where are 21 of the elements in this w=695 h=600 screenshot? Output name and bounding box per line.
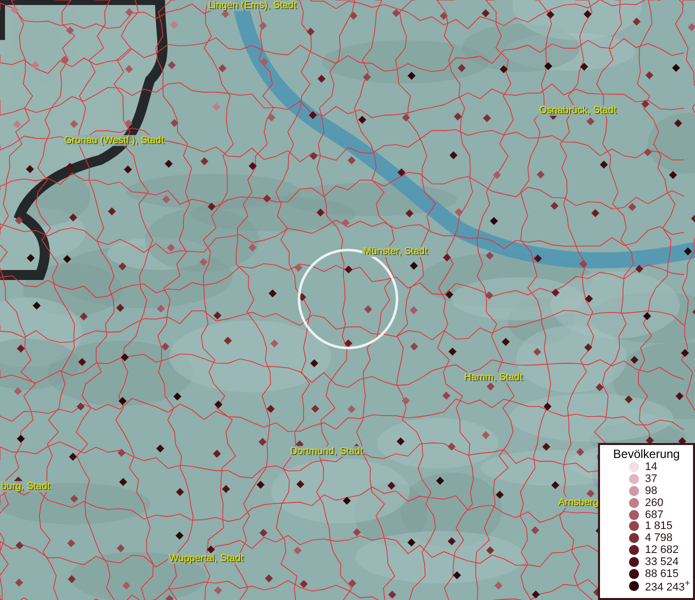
legend-value: 33 524	[645, 556, 679, 568]
legend-value: 37	[645, 472, 658, 485]
legend-value: 687	[645, 508, 664, 521]
legend-value: 1 815	[645, 520, 673, 532]
legend-value: 14	[645, 460, 658, 473]
place-label: Lingen (Ems), Stadt	[207, 0, 298, 11]
legend-title: Bevölkerung	[612, 447, 681, 461]
legend-value: 234 243$^{+}$	[645, 578, 690, 594]
place-label: Dortmund, Stadt	[289, 446, 364, 457]
place-label: Osnabrück, Stadt	[538, 105, 618, 116]
legend-value: 98	[645, 484, 658, 497]
place-label: Gronau (Westf.), Stadt	[63, 135, 165, 146]
legend-value: 88 615	[645, 568, 679, 580]
place-label: Münster, Stadt	[362, 246, 428, 257]
legend-value: 12 682	[645, 544, 679, 556]
legend-value: 4 798	[645, 532, 673, 544]
place-label: Arnsberg	[557, 497, 600, 508]
place-label: Wuppertal, Stadt	[168, 553, 244, 564]
place-label: burg, Stadt	[0, 481, 51, 492]
place-label: Hamm, Stadt	[463, 372, 524, 383]
legend-value: 260	[645, 496, 664, 509]
